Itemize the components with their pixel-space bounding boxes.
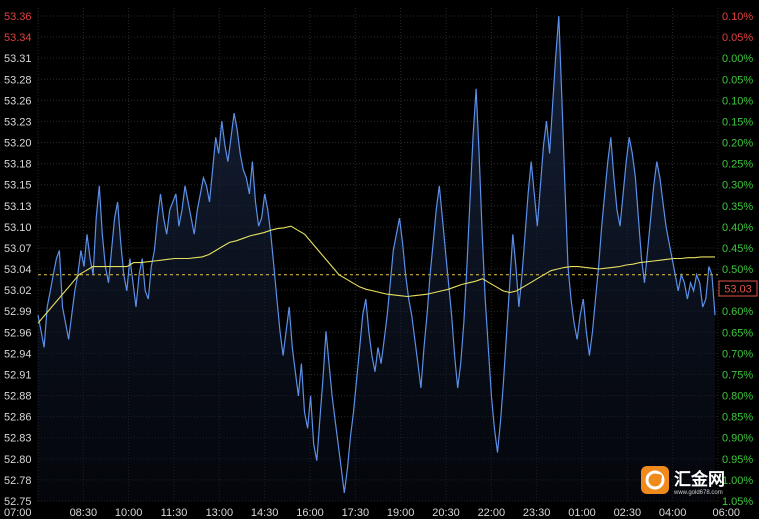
left-tick-label: 53.04: [4, 264, 32, 276]
right-tick-label: 0.90%: [722, 433, 753, 445]
x-tick-label: 22:00: [478, 507, 506, 519]
left-tick-label: 53.10: [4, 222, 32, 234]
left-tick-label: 53.20: [4, 138, 32, 150]
left-tick-label: 53.34: [4, 32, 32, 44]
x-tick-label: 13:00: [206, 507, 234, 519]
x-tick-label: 19:00: [387, 507, 415, 519]
right-tick-label: 0.20%: [722, 138, 753, 150]
price-area: [38, 16, 715, 501]
right-tick-label: 0.80%: [722, 391, 753, 403]
left-tick-label: 52.94: [4, 348, 32, 360]
right-tick-label: 0.60%: [722, 306, 753, 318]
right-tick-label: 0.05%: [722, 74, 753, 86]
x-tick-label: 20:30: [432, 507, 460, 519]
left-tick-label: 53.28: [4, 74, 32, 86]
left-tick-label: 52.99: [4, 306, 32, 318]
right-tick-label: 0.70%: [722, 348, 753, 360]
gold678-logo: 汇金网 www.gold678.com: [641, 466, 725, 496]
left-tick-label: 53.31: [4, 53, 32, 65]
left-tick-label: 52.88: [4, 391, 32, 403]
logo-icon-dot: [656, 474, 662, 480]
right-tick-label: 0.45%: [722, 243, 753, 255]
right-tick-label: 0.85%: [722, 412, 753, 424]
right-tick-label: 0.10%: [722, 11, 753, 23]
left-tick-label: 53.15: [4, 180, 32, 192]
left-tick-label: 53.13: [4, 201, 32, 213]
x-axis-labels: 07:00 08:30 10:00 11:30 13:00 14:30 16:00 17:30…: [4, 507, 740, 519]
current-price-box: 53.03: [718, 280, 758, 297]
x-tick-label: 14:30: [251, 507, 279, 519]
left-tick-label: 53.36: [4, 11, 32, 23]
logo-icon: [641, 466, 669, 494]
logo-url: www.gold678.com: [673, 490, 723, 496]
right-tick-label: 0.05%: [722, 32, 753, 44]
right-tick-label: 0.35%: [722, 201, 753, 213]
left-tick-label: 52.83: [4, 433, 32, 445]
right-tick-label: 1.00%: [722, 475, 753, 487]
right-tick-label: 0.95%: [722, 454, 753, 466]
left-tick-label: 53.23: [4, 116, 32, 128]
left-tick-label: 52.86: [4, 412, 32, 424]
left-tick-label: 53.26: [4, 95, 32, 107]
left-tick-label: 52.91: [4, 369, 32, 381]
left-tick-label: 53.02: [4, 285, 32, 297]
x-tick-label: 06:00: [712, 507, 740, 519]
x-tick-label: 23:30: [523, 507, 551, 519]
price-chart: 53.36 53.34 53.31 53.28 53.26 53.23 53.20 53.18…: [4, 8, 758, 519]
x-tick-label: 02:30: [614, 507, 642, 519]
x-tick-label: 07:00: [4, 507, 32, 519]
left-tick-label: 53.18: [4, 159, 32, 171]
right-tick-label: 0.40%: [722, 222, 753, 234]
x-tick-label: 16:00: [296, 507, 324, 519]
left-tick-label: 52.78: [4, 475, 32, 487]
x-tick-label: 01:00: [568, 507, 596, 519]
right-tick-label: 0.50%: [722, 264, 753, 276]
right-tick-label: 0.65%: [722, 327, 753, 339]
right-tick-label: 0.15%: [722, 116, 753, 128]
left-tick-label: 52.96: [4, 327, 32, 339]
x-tick-label: 08:30: [70, 507, 98, 519]
x-tick-label: 11:30: [161, 507, 188, 519]
logo-name: 汇金网: [674, 469, 725, 490]
right-tick-label: 0.75%: [722, 369, 753, 381]
x-tick-label: 10:00: [115, 507, 143, 519]
right-tick-label: 0.25%: [722, 159, 753, 171]
current-price-label: 53.03: [724, 284, 752, 296]
right-tick-label: 0.00%: [722, 53, 753, 65]
price-area-fill: [38, 16, 715, 501]
right-tick-label: 0.30%: [722, 180, 753, 192]
right-axis-labels: 0.10% 0.05% 0.00% 0.05% 0.10% 0.15% 0.20% 0.25%…: [722, 11, 753, 508]
left-axis-labels: 53.36 53.34 53.31 53.28 53.26 53.23 53.20 53.18…: [4, 11, 32, 508]
right-tick-label: 0.10%: [722, 95, 753, 107]
left-tick-label: 53.07: [4, 243, 32, 255]
left-tick-label: 52.80: [4, 454, 32, 466]
x-tick-label: 17:30: [342, 507, 370, 519]
x-tick-label: 04:00: [659, 507, 687, 519]
